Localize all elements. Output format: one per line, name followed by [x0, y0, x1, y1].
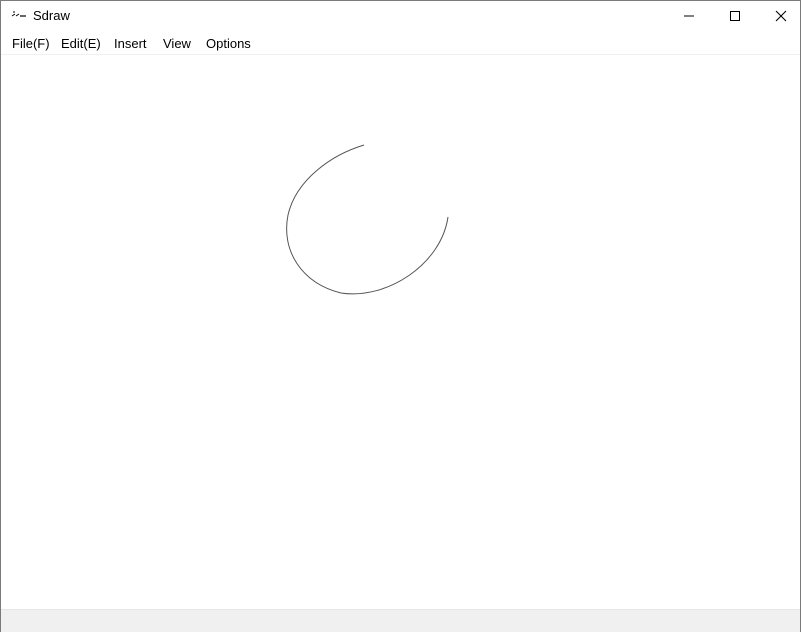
minimize-icon	[684, 15, 694, 17]
drawing-canvas[interactable]	[1, 55, 800, 609]
status-bar	[1, 609, 800, 632]
maximize-icon	[730, 11, 740, 21]
close-button[interactable]	[758, 1, 801, 31]
menu-bar: File(F) Edit(E) Insert View Options	[1, 31, 800, 55]
maximize-button[interactable]	[712, 1, 758, 31]
sdraw-window: Sdraw File(F) Edit(E) Insert View Option…	[0, 0, 801, 632]
menu-view[interactable]: View	[163, 36, 191, 51]
menu-insert[interactable]: Insert	[114, 36, 147, 51]
menu-options[interactable]: Options	[206, 36, 251, 51]
arc-shape[interactable]	[286, 144, 449, 295]
drawing-surface	[286, 144, 449, 295]
window-title: Sdraw	[33, 8, 70, 23]
menu-file[interactable]: File(F)	[12, 36, 50, 51]
minimize-button[interactable]	[666, 1, 712, 31]
menu-edit[interactable]: Edit(E)	[61, 36, 101, 51]
close-icon	[775, 10, 787, 22]
sdraw-app-icon	[11, 11, 26, 17]
title-bar[interactable]: Sdraw	[1, 1, 800, 31]
